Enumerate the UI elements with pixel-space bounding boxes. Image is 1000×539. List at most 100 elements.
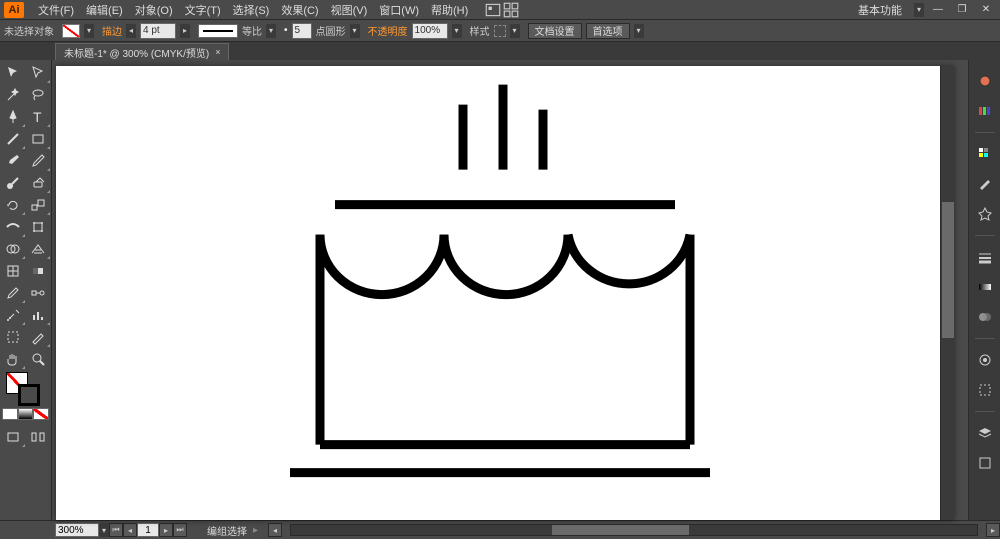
blend-tool[interactable]	[26, 282, 52, 304]
paintbrush-tool[interactable]	[0, 150, 26, 172]
graphic-style-thumb[interactable]	[494, 25, 506, 37]
toolbox-options-button[interactable]	[26, 426, 52, 448]
right-panel-dock	[968, 60, 1000, 520]
perspective-grid-tool[interactable]	[26, 238, 52, 260]
hscroll-right-button[interactable]: ▸	[986, 523, 1000, 537]
layers-panel-icon[interactable]	[974, 422, 996, 444]
brush-size-input[interactable]	[292, 23, 312, 39]
hscroll-left-button[interactable]: ◂	[268, 523, 282, 537]
magic-wand-tool[interactable]	[0, 84, 26, 106]
color-mode-normal[interactable]	[2, 408, 18, 420]
close-button[interactable]: ✕	[976, 3, 996, 17]
status-mode-label: 编组选择	[207, 523, 247, 538]
scale-tool[interactable]	[26, 194, 52, 216]
rectangle-tool[interactable]	[26, 128, 52, 150]
arrange-documents-icon[interactable]	[502, 2, 520, 18]
prefs-dropdown-icon[interactable]: ▾	[634, 24, 644, 38]
graphic-styles-panel-icon[interactable]	[974, 379, 996, 401]
opacity-input[interactable]	[412, 23, 448, 39]
stroke-weight-input[interactable]	[140, 23, 176, 39]
status-chevron-icon[interactable]: ▸	[253, 525, 258, 536]
menu-type[interactable]: 文字(T)	[179, 2, 227, 18]
last-artboard-button[interactable]: ⏭	[173, 523, 187, 537]
appearance-panel-icon[interactable]	[974, 349, 996, 371]
preferences-button[interactable]: 首选项	[586, 23, 630, 39]
pencil-tool[interactable]	[26, 150, 52, 172]
main-area: T	[0, 60, 1000, 520]
menu-help[interactable]: 帮助(H)	[425, 2, 474, 18]
stroke-swatch[interactable]	[18, 384, 40, 406]
document-setup-button[interactable]: 文档设置	[528, 23, 582, 39]
zoom-level-input[interactable]	[55, 523, 99, 537]
shape-builder-tool[interactable]	[0, 238, 26, 260]
fill-dropdown-icon[interactable]: ▾	[84, 24, 94, 38]
slice-tool[interactable]	[26, 326, 52, 348]
style-dropdown-icon[interactable]: ▾	[510, 24, 520, 38]
first-artboard-button[interactable]: ⏮	[109, 523, 123, 537]
line-segment-tool[interactable]	[0, 128, 26, 150]
lasso-tool[interactable]	[26, 84, 52, 106]
artboard-canvas[interactable]	[56, 66, 954, 520]
color-mode-none[interactable]	[33, 408, 49, 420]
menu-effect[interactable]: 效果(C)	[275, 2, 324, 18]
fill-control[interactable]	[62, 24, 80, 38]
menu-file[interactable]: 文件(F)	[32, 2, 80, 18]
opacity-dropdown-icon[interactable]: ▾	[452, 24, 462, 38]
workspace-dropdown-icon[interactable]: ▾	[914, 3, 924, 17]
color-mode-gradient[interactable]	[18, 408, 34, 420]
blob-brush-tool[interactable]	[0, 172, 26, 194]
mesh-tool[interactable]	[0, 260, 26, 282]
svg-text:T: T	[33, 109, 42, 125]
stroke-step-up-icon[interactable]: ▸	[180, 24, 190, 38]
swatches-panel-icon[interactable]	[974, 143, 996, 165]
artboard-tool[interactable]	[0, 326, 26, 348]
artboards-panel-icon[interactable]	[974, 452, 996, 474]
column-graph-tool[interactable]	[26, 304, 52, 326]
free-transform-tool[interactable]	[26, 216, 52, 238]
width-tool[interactable]	[0, 216, 26, 238]
symbol-sprayer-tool[interactable]	[0, 304, 26, 326]
document-tab[interactable]: 未标题-1* @ 300% (CMYK/预览) ×	[55, 43, 229, 60]
color-panel-icon[interactable]	[974, 70, 996, 92]
type-tool[interactable]: T	[26, 106, 52, 128]
color-guide-panel-icon[interactable]	[974, 100, 996, 122]
brush-dropdown-icon[interactable]: ▾	[350, 24, 360, 38]
opacity-label[interactable]: 不透明度	[368, 23, 408, 38]
prev-artboard-button[interactable]: ◂	[123, 523, 137, 537]
eyedropper-tool[interactable]	[0, 282, 26, 304]
hand-tool[interactable]	[0, 348, 26, 370]
stroke-profile-preview[interactable]	[198, 24, 238, 38]
screen-mode-button[interactable]	[0, 426, 26, 448]
next-artboard-button[interactable]: ▸	[159, 523, 173, 537]
bridge-icon[interactable]	[484, 2, 502, 18]
close-tab-icon[interactable]: ×	[215, 47, 220, 57]
maximize-button[interactable]: ❐	[952, 3, 972, 17]
fill-stroke-control[interactable]	[0, 370, 51, 406]
transparency-panel-icon[interactable]	[974, 306, 996, 328]
rotate-tool[interactable]	[0, 194, 26, 216]
artboard-number-input[interactable]	[137, 523, 159, 537]
horizontal-scrollbar[interactable]	[290, 524, 978, 536]
pen-tool[interactable]	[0, 106, 26, 128]
gradient-panel-icon[interactable]	[974, 276, 996, 298]
minimize-button[interactable]: —	[928, 3, 948, 17]
eraser-tool[interactable]	[26, 172, 52, 194]
symbols-panel-icon[interactable]	[974, 203, 996, 225]
workspace-switcher[interactable]: 基本功能	[858, 2, 902, 18]
stroke-step-down-icon[interactable]: ◂	[126, 24, 136, 38]
selection-tool[interactable]	[0, 62, 26, 84]
menu-select[interactable]: 选择(S)	[227, 2, 276, 18]
stroke-label[interactable]: 描边	[102, 23, 122, 38]
zoom-dropdown-icon[interactable]: ▾	[99, 523, 109, 537]
profile-dropdown-icon[interactable]: ▾	[266, 24, 276, 38]
menu-object[interactable]: 对象(O)	[129, 2, 179, 18]
gradient-tool[interactable]	[26, 260, 52, 282]
brushes-panel-icon[interactable]	[974, 173, 996, 195]
vertical-scrollbar[interactable]	[940, 66, 954, 520]
menu-edit[interactable]: 编辑(E)	[80, 2, 129, 18]
zoom-tool[interactable]	[26, 348, 52, 370]
menu-window[interactable]: 窗口(W)	[373, 2, 425, 18]
menu-view[interactable]: 视图(V)	[325, 2, 374, 18]
direct-selection-tool[interactable]	[26, 62, 52, 84]
stroke-panel-icon[interactable]	[974, 246, 996, 268]
